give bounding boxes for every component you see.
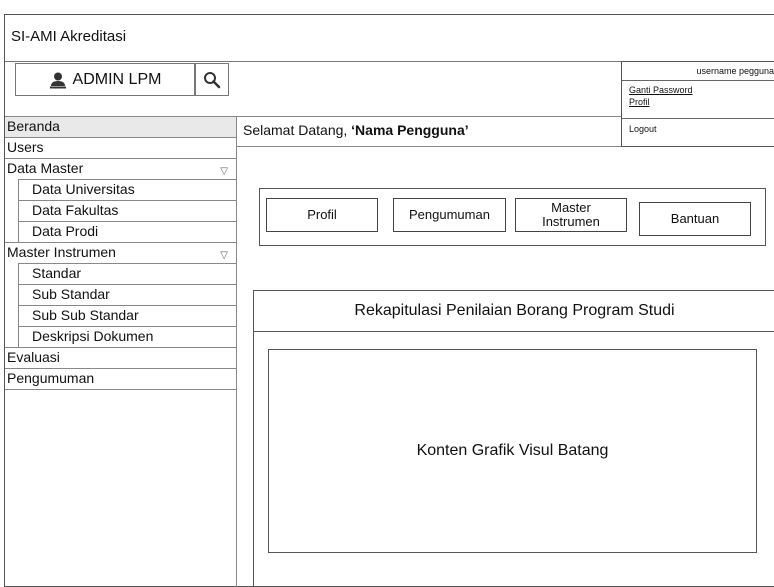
sidebar-item-label: Data Master bbox=[7, 160, 84, 176]
sidebar-item-data-master[interactable]: Data Master ▽ bbox=[5, 158, 236, 179]
profil-button[interactable]: Profil bbox=[266, 198, 378, 232]
chart-placeholder: Konten Grafik Visul Batang bbox=[268, 349, 757, 553]
user-dropdown-menu: username pegguna Ganti Password Profil L… bbox=[621, 61, 774, 147]
username-label: username pegguna bbox=[696, 66, 774, 76]
quick-actions-panel: Profil Pengumuman Master Instrumen Bantu… bbox=[259, 188, 766, 246]
sidebar-item-users[interactable]: Users bbox=[5, 137, 236, 158]
sidebar-item-label: Deskripsi Dokumen bbox=[32, 328, 154, 344]
recap-title: Rekapitulasi Penilaian Borang Program St… bbox=[254, 291, 774, 332]
divider bbox=[5, 389, 236, 390]
sidebar-item-label: Sub Sub Standar bbox=[32, 307, 139, 323]
sidebar-item-label: Evaluasi bbox=[7, 349, 60, 365]
sidebar-item-label: Standar bbox=[32, 265, 82, 281]
sidebar-item-evaluasi[interactable]: Evaluasi bbox=[5, 347, 236, 368]
sidebar-item-pengumuman[interactable]: Pengumuman bbox=[5, 368, 236, 389]
admin-profile[interactable]: ADMIN LPM bbox=[15, 63, 195, 96]
sidebar-item-label: Data Fakultas bbox=[32, 202, 119, 218]
sidebar-item-standar[interactable]: Standar bbox=[18, 263, 236, 284]
master-instrumen-button[interactable]: Master Instrumen bbox=[515, 198, 627, 232]
bantuan-button[interactable]: Bantuan bbox=[639, 202, 751, 236]
button-label: Master bbox=[551, 200, 591, 215]
button-label: Bantuan bbox=[670, 211, 720, 226]
sidebar-item-sub-sub-standar[interactable]: Sub Sub Standar bbox=[18, 305, 236, 326]
ganti-password-link[interactable]: Ganti Password bbox=[629, 85, 693, 95]
app-header: SI-AMI Akreditasi bbox=[5, 15, 774, 62]
welcome-user-name: ‘Nama Pengguna’ bbox=[351, 122, 469, 138]
sidebar-item-sub-standar[interactable]: Sub Standar bbox=[18, 284, 236, 305]
sidebar-item-label: Data Prodi bbox=[32, 223, 99, 239]
sidebar-item-label: Data Universitas bbox=[32, 181, 135, 197]
sidebar-item-label: Pengumuman bbox=[7, 370, 95, 386]
sidebar-item-label: Beranda bbox=[7, 118, 60, 134]
sidebar-item-beranda[interactable]: Beranda bbox=[5, 116, 236, 137]
button-label: Instrumen bbox=[542, 214, 600, 229]
button-label: Pengumuman bbox=[409, 207, 490, 222]
sidebar-item-label: Sub Standar bbox=[32, 286, 110, 302]
sidebar-item-label: Master Instrumen bbox=[7, 244, 116, 260]
pengumuman-button[interactable]: Pengumuman bbox=[393, 198, 506, 232]
divider bbox=[622, 118, 774, 119]
sidebar-item-data-fakultas[interactable]: Data Fakultas bbox=[18, 200, 236, 221]
button-label: Profil bbox=[307, 207, 337, 222]
user-icon bbox=[49, 71, 67, 89]
welcome-prefix: Selamat Datang, bbox=[243, 122, 352, 138]
sidebar-item-deskripsi-dokumen[interactable]: Deskripsi Dokumen bbox=[18, 326, 236, 347]
logout-link[interactable]: Logout bbox=[629, 124, 657, 134]
welcome-message: Selamat Datang, ‘Nama Pengguna’ bbox=[243, 122, 469, 138]
search-icon bbox=[204, 71, 221, 88]
chart-placeholder-text: Konten Grafik Visul Batang bbox=[416, 442, 609, 459]
sidebar-item-label: Users bbox=[7, 139, 44, 155]
search-button[interactable] bbox=[195, 63, 229, 96]
divider bbox=[237, 116, 623, 117]
sidebar-item-master-instrumen[interactable]: Master Instrumen ▽ bbox=[5, 242, 236, 263]
divider bbox=[622, 80, 774, 81]
admin-label: ADMIN LPM bbox=[72, 70, 162, 88]
sidebar-item-data-prodi[interactable]: Data Prodi bbox=[18, 221, 236, 242]
sidebar-item-data-universitas[interactable]: Data Universitas bbox=[18, 179, 236, 200]
sidebar: Beranda Users Data Master ▽ Data Universi… bbox=[5, 116, 237, 587]
profil-link[interactable]: Profil bbox=[629, 97, 650, 107]
app-title: SI-AMI Akreditasi bbox=[11, 28, 127, 45]
recap-panel: Rekapitulasi Penilaian Borang Program St… bbox=[253, 290, 774, 587]
